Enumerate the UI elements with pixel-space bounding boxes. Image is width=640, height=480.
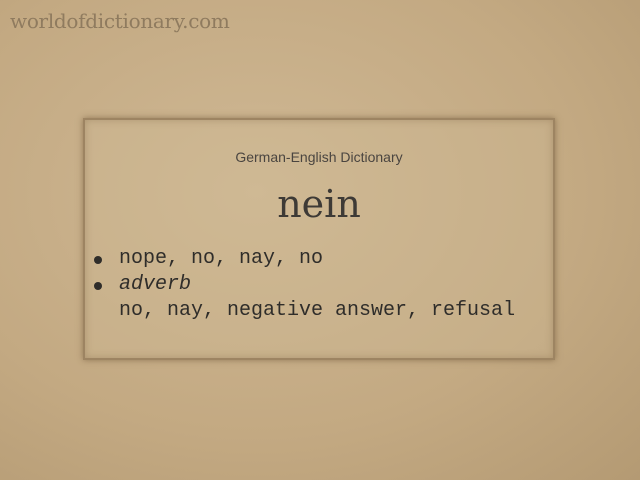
- headword: nein: [277, 182, 361, 226]
- part-of-speech: adverb: [119, 273, 192, 296]
- dictionary-subtitle: German-English Dictionary: [235, 149, 403, 165]
- definition-text: nope, no, nay, no: [119, 247, 324, 270]
- definition-list: nope, no, nay, no adverb no, nay, negativ…: [93, 246, 516, 324]
- definition-card: German-English Dictionary nein nope, no,…: [83, 118, 555, 360]
- definition-item: nope, no, nay, no: [93, 246, 515, 272]
- definition-text: no, nay, negative answer, refusal: [119, 299, 516, 322]
- definition-item: adverb no, nay, negative answer, refusal: [93, 272, 516, 324]
- site-logo[interactable]: worldofdictionary.com: [10, 9, 230, 33]
